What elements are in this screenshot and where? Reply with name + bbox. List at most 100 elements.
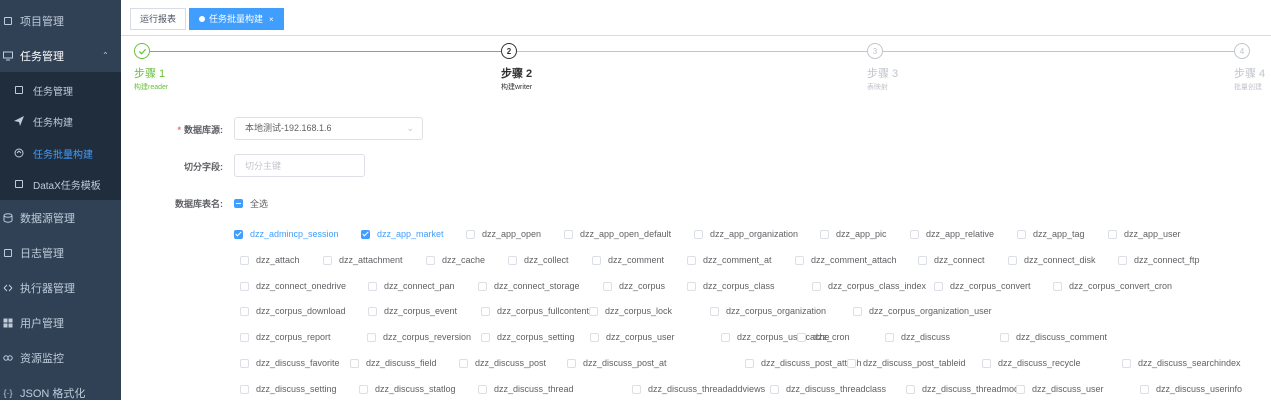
table-checkbox[interactable]: dzz_corpus_download xyxy=(240,306,346,316)
table-checkbox-label: dzz_connect_pan xyxy=(384,281,455,291)
table-checkbox[interactable]: dzz_app_market xyxy=(361,229,444,239)
table-checkbox[interactable]: dzz_discuss_post_tableid xyxy=(847,358,966,368)
checkbox-unchecked-icon xyxy=(694,229,703,239)
table-checkbox[interactable]: dzz_corpus_fullcontent xyxy=(481,306,589,316)
sidebar-subitem-datax-template[interactable]: DataX任务模板 xyxy=(0,168,121,200)
table-checkbox[interactable]: dzz_comment_attach xyxy=(795,255,897,265)
checkbox-unchecked-icon xyxy=(240,358,249,368)
table-checkbox-label: dzz_corpus_organization xyxy=(726,306,827,316)
sidebar-item-users[interactable]: 用户管理 xyxy=(0,305,121,340)
table-checkbox[interactable]: dzz_app_open_default xyxy=(564,229,671,239)
sidebar-subitem-task-management[interactable]: 任务管理 xyxy=(0,74,121,106)
table-checkbox[interactable]: dzz_discuss_post xyxy=(459,358,546,368)
sidebar-item-logs[interactable]: 日志管理 xyxy=(0,235,121,270)
table-checkbox[interactable]: dzz_cron xyxy=(797,332,850,342)
table-checkbox[interactable]: dzz_connect_storage xyxy=(478,281,580,291)
checkbox-unchecked-icon xyxy=(368,306,377,316)
checkbox-unchecked-icon xyxy=(632,384,641,394)
table-checkbox[interactable]: dzz_discuss_threadclass xyxy=(770,384,886,394)
select-all-checkbox[interactable]: 全选 xyxy=(234,197,268,210)
table-checkbox-label: dzz_comment_at xyxy=(703,255,772,265)
table-checkbox[interactable]: dzz_discuss_field xyxy=(350,358,437,368)
datasource-select[interactable]: 本地测试-192.168.1.6 ⌄ xyxy=(234,117,423,140)
table-checkbox[interactable]: dzz_corpus_report xyxy=(240,332,331,342)
table-checkbox[interactable]: dzz_app_tag xyxy=(1017,229,1085,239)
table-checkbox-label: dzz_corpus_setting xyxy=(497,332,575,342)
checkbox-unchecked-icon xyxy=(795,255,804,265)
step-connector xyxy=(150,51,501,52)
table-checkbox[interactable]: dzz_corpus_class xyxy=(687,281,775,291)
table-checkbox[interactable]: dzz_discuss_threadmod xyxy=(906,384,1019,394)
table-checkbox[interactable]: dzz_discuss_thread xyxy=(478,384,574,394)
table-checkbox-label: dzz_app_market xyxy=(377,229,444,239)
table-checkbox[interactable]: dzz_connect_ftp xyxy=(1118,255,1200,265)
table-checkbox[interactable]: dzz_discuss_searchindex xyxy=(1122,358,1241,368)
table-checkbox[interactable]: dzz_cache xyxy=(426,255,485,265)
table-checkbox[interactable]: dzz_discuss_favorite xyxy=(240,358,340,368)
table-checkbox[interactable]: dzz_discuss_statlog xyxy=(359,384,456,394)
sidebar-subitem-batch-build[interactable]: 任务批量构建 xyxy=(0,137,121,169)
table-checkbox[interactable]: dzz_discuss_post_at xyxy=(567,358,667,368)
table-checkbox[interactable]: dzz_corpus_convert xyxy=(934,281,1031,291)
checkbox-unchecked-icon xyxy=(1140,384,1149,394)
table-checkbox[interactable]: dzz_discuss_setting xyxy=(240,384,337,394)
table-checkbox-label: dzz_app_tag xyxy=(1033,229,1085,239)
table-checkbox[interactable]: dzz_corpus_lock xyxy=(589,306,672,316)
table-checkbox[interactable]: dzz_corpus_reversion xyxy=(367,332,471,342)
table-checkbox[interactable]: dzz_corpus_organization_user xyxy=(853,306,992,316)
datasource-label: * 数据库源: xyxy=(177,125,223,135)
sidebar-item-resource-monitor[interactable]: 资源监控 xyxy=(0,340,121,375)
split-field-input[interactable] xyxy=(234,154,365,177)
checkbox-unchecked-icon xyxy=(426,255,435,265)
table-checkbox[interactable]: dzz_corpus_event xyxy=(368,306,457,316)
checkbox-unchecked-icon xyxy=(323,255,332,265)
table-checkbox[interactable]: dzz_admincp_session xyxy=(234,229,339,239)
sidebar-item-datasource[interactable]: 数据源管理 xyxy=(0,200,121,235)
table-checkbox-label: dzz_corpus_user xyxy=(606,332,675,342)
table-checkbox-label: dzz_discuss_searchindex xyxy=(1138,358,1241,368)
checkbox-unchecked-icon xyxy=(603,281,612,291)
table-checkbox[interactable]: dzz_app_user xyxy=(1108,229,1181,239)
sidebar-item-json-format[interactable]: {·} JSON 格式化 xyxy=(0,375,121,410)
table-checkbox[interactable]: dzz_corpus xyxy=(603,281,665,291)
table-checkbox[interactable]: dzz_comment_at xyxy=(687,255,772,265)
table-checkbox[interactable]: dzz_attach xyxy=(240,255,300,265)
table-checkbox[interactable]: dzz_discuss_threadaddviews xyxy=(632,384,765,394)
sidebar-subitem-label: 任务管理 xyxy=(33,86,73,98)
table-checkbox[interactable]: dzz_discuss_userinfo xyxy=(1140,384,1242,394)
sidebar-item-executors[interactable]: 执行器管理 xyxy=(0,270,121,305)
table-checkbox[interactable]: dzz_corpus_convert_cron xyxy=(1053,281,1172,291)
table-checkbox[interactable]: dzz_discuss_comment xyxy=(1000,332,1107,342)
tab-run-report[interactable]: 运行报表 xyxy=(130,8,187,30)
table-checkbox[interactable]: dzz_connect_pan xyxy=(368,281,455,291)
table-checkbox[interactable]: dzz_discuss_user xyxy=(1016,384,1104,394)
table-checkbox-label: dzz_corpus_organization_user xyxy=(869,306,992,316)
active-dot-icon xyxy=(199,16,205,22)
table-checkbox[interactable]: dzz_connect xyxy=(918,255,985,265)
table-checkbox[interactable]: dzz_app_pic xyxy=(820,229,887,239)
datasource-select-value: 本地测试-192.168.1.6 xyxy=(245,123,332,133)
table-checkbox-label: dzz_discuss_threadmod xyxy=(922,384,1020,394)
table-checkbox[interactable]: dzz_app_open xyxy=(466,229,541,239)
table-checkbox[interactable]: dzz_corpus_class_index xyxy=(812,281,926,291)
table-checkbox[interactable]: dzz_connect_onedrive xyxy=(240,281,346,291)
table-checkbox[interactable]: dzz_collect xyxy=(508,255,569,265)
sidebar-subitem-task-build[interactable]: 任务构建 xyxy=(0,105,121,137)
table-checkbox[interactable]: dzz_connect_disk xyxy=(1008,255,1096,265)
table-checkbox[interactable]: dzz_discuss_post_attach xyxy=(745,358,862,368)
sidebar-item-projects[interactable]: 项目管理 xyxy=(0,3,121,38)
sidebar-item-tasks[interactable]: 任务管理 ⌄ xyxy=(0,38,121,73)
table-checkbox[interactable]: dzz_app_organization xyxy=(694,229,798,239)
table-checkbox[interactable]: dzz_discuss_recycle xyxy=(982,358,1081,368)
close-icon[interactable]: × xyxy=(269,15,274,24)
checkbox-unchecked-icon xyxy=(853,306,862,316)
table-checkbox-label: dzz_connect xyxy=(934,255,985,265)
table-checkbox[interactable]: dzz_app_relative xyxy=(910,229,994,239)
table-checkbox[interactable]: dzz_comment xyxy=(592,255,664,265)
table-checkbox[interactable]: dzz_corpus_organization xyxy=(710,306,826,316)
table-checkbox[interactable]: dzz_corpus_setting xyxy=(481,332,575,342)
table-checkbox[interactable]: dzz_corpus_user xyxy=(590,332,675,342)
table-checkbox[interactable]: dzz_discuss xyxy=(885,332,950,342)
tab-batch-build[interactable]: 任务批量构建 × xyxy=(189,8,284,30)
table-checkbox[interactable]: dzz_attachment xyxy=(323,255,403,265)
